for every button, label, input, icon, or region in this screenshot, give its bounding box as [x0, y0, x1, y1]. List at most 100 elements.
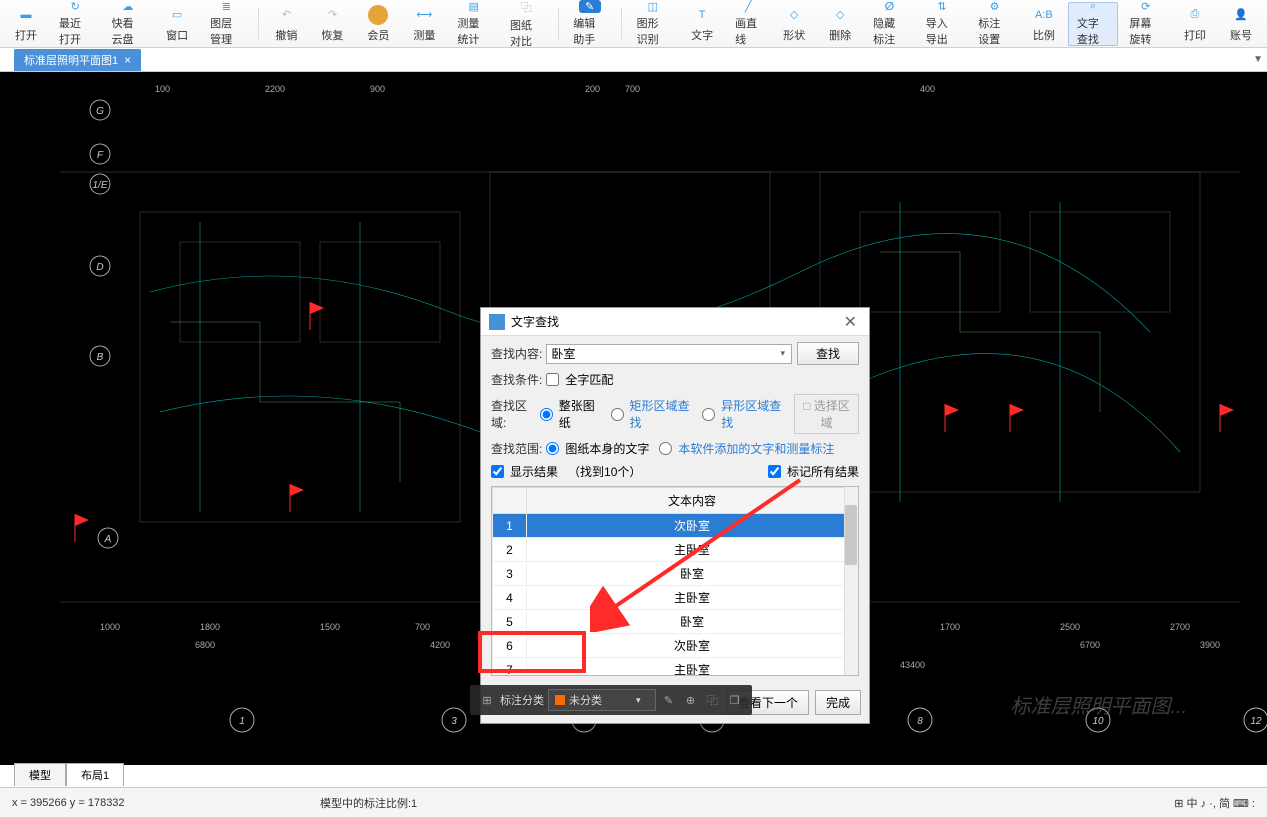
- toolbar-vip-button[interactable]: V会员: [356, 2, 400, 46]
- layout-tab[interactable]: 布局1: [66, 763, 124, 786]
- svg-text:4200: 4200: [430, 640, 450, 650]
- toolbar-rotate-button[interactable]: ⟳屏幕旋转: [1120, 2, 1171, 46]
- toolbar-label: 标注设置: [978, 15, 1011, 47]
- mark-all-checkbox[interactable]: [768, 465, 781, 478]
- results-table: 文本内容 1次卧室2主卧室3卧室4主卧室5卧室6次卧室7主卧室8卧室: [491, 486, 859, 676]
- toolbar-overflow-icon[interactable]: ▼: [1253, 54, 1263, 65]
- toolbar-edit-button[interactable]: ✎编辑助手: [564, 2, 615, 46]
- toolbar-label: 隐藏标注: [873, 15, 906, 47]
- grid-icon[interactable]: ⊞: [478, 691, 496, 709]
- vip-icon: V: [368, 5, 388, 25]
- area-all-radio[interactable]: [540, 408, 553, 421]
- area-all-label: 整张图纸: [559, 397, 601, 431]
- svg-text:1000: 1000: [100, 622, 120, 632]
- edit-icon[interactable]: ✎: [660, 691, 678, 709]
- done-button[interactable]: 完成: [815, 690, 861, 715]
- search-button[interactable]: 查找: [797, 342, 859, 365]
- svg-text:1/E: 1/E: [92, 180, 107, 191]
- toolbar-label: 测量统计: [457, 15, 490, 47]
- paste-icon[interactable]: ❐: [726, 691, 744, 709]
- add-icon[interactable]: ⊕: [682, 691, 700, 709]
- document-tab[interactable]: 标准层照明平面图1 ×: [14, 49, 141, 71]
- toolbar-compare-button[interactable]: ⿻图纸对比: [501, 2, 552, 46]
- svg-text:6700: 6700: [1080, 640, 1100, 650]
- toolbar-search-button[interactable]: ⌕文字查找: [1068, 2, 1119, 46]
- area-rect-label[interactable]: 矩形区域查找: [630, 397, 693, 431]
- select-area-button[interactable]: □ 选择区域: [794, 394, 859, 434]
- drawing-canvas[interactable]: 1002200900 200700400 100018001500 700240…: [0, 72, 1267, 765]
- ratio-icon: A:B: [1034, 5, 1054, 25]
- result-row[interactable]: 2主卧室: [493, 538, 858, 562]
- toolbar-user-button[interactable]: 👤 账号: [1219, 2, 1263, 46]
- show-results-checkbox[interactable]: [491, 465, 504, 478]
- toolbar-text-button[interactable]: T文字: [680, 2, 724, 46]
- settings-icon: ⚙: [985, 0, 1005, 13]
- print-icon: ⎙: [1185, 5, 1205, 25]
- toolbar-stats-button[interactable]: ▤测量统计: [448, 2, 499, 46]
- range-dwg-radio[interactable]: [546, 442, 559, 455]
- toolbar-cloud-button[interactable]: ☁快看云盘: [103, 2, 154, 46]
- svg-text:F: F: [97, 150, 104, 161]
- edit-icon: ✎: [579, 0, 601, 13]
- svg-text:1500: 1500: [320, 622, 340, 632]
- result-row[interactable]: 6次卧室: [493, 634, 858, 658]
- mark-all-label: 标记所有结果: [787, 463, 859, 480]
- result-row[interactable]: 5卧室: [493, 610, 858, 634]
- toolbar-label: 账号: [1230, 27, 1252, 43]
- full-match-checkbox[interactable]: [546, 373, 559, 386]
- toolbar-label: 文字查找: [1077, 15, 1110, 47]
- result-row[interactable]: 4主卧室: [493, 586, 858, 610]
- text-icon: T: [692, 5, 712, 25]
- toolbar-line-button[interactable]: ╱画直线: [726, 2, 770, 46]
- range-add-label[interactable]: 本软件添加的文字和测量标注: [678, 440, 834, 457]
- search-input[interactable]: [546, 344, 792, 364]
- toolbar-label: 导入导出: [926, 15, 959, 47]
- toolbar-label: 恢复: [321, 27, 343, 43]
- toolbar-print-button[interactable]: ⎙打印: [1173, 2, 1217, 46]
- svg-text:12: 12: [1250, 716, 1262, 727]
- model-tab[interactable]: 模型: [14, 763, 66, 786]
- toolbar-export-button[interactable]: ⇅导入导出: [917, 2, 968, 46]
- annotation-class-select[interactable]: 未分类 ▾: [548, 689, 656, 711]
- area-rect-radio[interactable]: [611, 408, 624, 421]
- area-irr-radio[interactable]: [702, 408, 715, 421]
- toolbar-recognize-button[interactable]: ◫图形识别: [628, 2, 679, 46]
- svg-text:2700: 2700: [1170, 622, 1190, 632]
- toolbar-ratio-button[interactable]: A:B比例: [1022, 2, 1066, 46]
- result-row[interactable]: 7主卧室: [493, 658, 858, 677]
- toolbar-delete-button[interactable]: ◇删除: [818, 2, 862, 46]
- svg-text:2500: 2500: [1060, 622, 1080, 632]
- toolbar-redo-button[interactable]: ↷ 恢复: [310, 2, 354, 46]
- text-search-dialog: 文字查找 ✕ 查找内容: ▾ 查找 查找条件: 全字匹配 查找区域: 整张图纸 …: [480, 307, 870, 724]
- toolbar-layers-button[interactable]: ≣图层管理: [201, 2, 252, 46]
- toolbar-hide-button[interactable]: ⵁ隐藏标注: [864, 2, 915, 46]
- search-label: 查找内容:: [491, 345, 542, 362]
- toolbar-label: 窗口: [166, 27, 188, 43]
- dialog-close-icon[interactable]: ✕: [840, 312, 861, 332]
- toolbar-undo-button[interactable]: ↶撤销: [264, 2, 308, 46]
- table-scrollbar[interactable]: [844, 487, 858, 675]
- user-icon: 👤: [1231, 5, 1251, 25]
- area-irr-label[interactable]: 异形区域查找: [721, 397, 784, 431]
- svg-text:3: 3: [451, 716, 457, 727]
- result-row[interactable]: 3卧室: [493, 562, 858, 586]
- redo-icon: ↷: [322, 5, 342, 25]
- range-add-radio[interactable]: [659, 442, 672, 455]
- range-label: 查找范围:: [491, 440, 542, 457]
- result-row[interactable]: 1次卧室: [493, 514, 858, 538]
- toolbar-history-button[interactable]: ↻最近打开: [50, 2, 101, 46]
- tab-close-icon[interactable]: ×: [124, 53, 131, 67]
- shape-icon: ◇: [784, 5, 804, 25]
- toolbar-shape-button[interactable]: ◇形状: [772, 2, 816, 46]
- toolbar-window-button[interactable]: ▭窗口: [155, 2, 199, 46]
- svg-text:43400: 43400: [900, 660, 925, 670]
- svg-text:B: B: [97, 352, 104, 363]
- svg-text:400: 400: [920, 84, 935, 94]
- toolbar-settings-button[interactable]: ⚙ 标注设置: [969, 2, 1020, 46]
- dialog-titlebar[interactable]: 文字查找 ✕: [481, 308, 869, 336]
- copy-icon[interactable]: ⿻: [704, 691, 722, 709]
- svg-text:6800: 6800: [195, 640, 215, 650]
- toolbar-measure-button[interactable]: ⟷测量: [402, 2, 446, 46]
- dialog-title: 文字查找: [511, 313, 559, 330]
- toolbar-folder-button[interactable]: ▬打开: [4, 2, 48, 46]
